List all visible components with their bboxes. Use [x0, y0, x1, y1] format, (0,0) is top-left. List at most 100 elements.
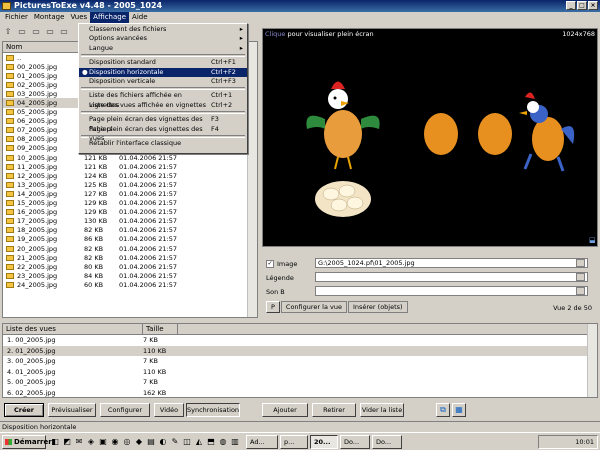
folder-up-icon[interactable]: ⇧ — [2, 26, 14, 37]
view-counter: Vue 2 de 50 — [553, 304, 592, 312]
browse-sound-button[interactable] — [576, 287, 585, 295]
quick-launch-icon[interactable]: ◈ — [86, 436, 96, 447]
affichage-menu-item[interactable]: Disposition standard Ctrl+F1 — [79, 58, 247, 67]
quick-launch-icon[interactable]: ◍ — [218, 436, 228, 447]
file-row[interactable]: 10_2005.jpg 121 KB 01.04.2006 21:57 — [3, 153, 257, 162]
file-list-scrollbar[interactable] — [247, 42, 257, 317]
taskbar-task-active[interactable]: 20... — [310, 435, 338, 449]
quick-launch-icon[interactable]: ✎ — [170, 436, 180, 447]
view-row[interactable]: 5. 00_2005.jpg 7 KB — [3, 377, 597, 388]
son-label: Son B — [266, 287, 285, 296]
column-header-views[interactable]: Liste des vues — [3, 324, 143, 334]
menu-montage[interactable]: Montage — [31, 12, 68, 23]
menu-separator — [81, 134, 245, 138]
view-row[interactable]: 3. 00_2005.jpg 7 KB — [3, 356, 597, 367]
file-row[interactable]: 24_2005.jpg 60 KB 01.04.2006 21:57 — [3, 280, 257, 289]
legende-field[interactable] — [315, 272, 588, 282]
taskbar-task[interactable]: Ad... — [246, 435, 278, 449]
quick-launch-icon[interactable]: ✉ — [74, 436, 84, 447]
maximize-button[interactable]: □ — [577, 1, 587, 10]
previsualiser-button[interactable]: Prévisualiser — [48, 403, 96, 417]
file-row[interactable]: 14_2005.jpg 127 KB 01.04.2006 21:57 — [3, 189, 257, 198]
affichage-menu-item[interactable]: Classement des fichiers ▸ — [79, 25, 247, 34]
taskbar-task[interactable]: Do... — [340, 435, 370, 449]
folder-icon — [6, 54, 14, 61]
file-row[interactable]: 21_2005.jpg 82 KB 01.04.2006 21:57 — [3, 253, 257, 262]
file-row[interactable]: 19_2005.jpg 86 KB 01.04.2006 21:57 — [3, 235, 257, 244]
retirer-button[interactable]: Retirer — [312, 403, 356, 417]
legende-edit-button[interactable] — [576, 273, 585, 281]
affichage-menu-item[interactable]: Page plein écran des vignettes des fichi… — [79, 115, 247, 132]
quick-launch-icon[interactable]: ◆ — [134, 436, 144, 447]
file-row[interactable]: 11_2005.jpg 121 KB 01.04.2006 21:57 — [3, 162, 257, 171]
folder-icon[interactable]: ▭ — [16, 26, 28, 37]
file-row[interactable]: 12_2005.jpg 124 KB 01.04.2006 21:57 — [3, 171, 257, 180]
quick-launch-icon[interactable]: ◫ — [182, 436, 192, 447]
copy-icon[interactable]: ⧉ — [436, 403, 450, 417]
column-header-taille[interactable]: Taille — [143, 324, 178, 334]
affichage-menu-item[interactable]: Langue ▸ — [79, 44, 247, 53]
quick-launch-icon[interactable]: ◐ — [158, 436, 168, 447]
taskbar-task[interactable]: Do... — [372, 435, 402, 449]
image-path-field[interactable]: G:\2005_1024.pf\01_2005.jpg — [315, 258, 588, 268]
creer-button[interactable]: Créer — [4, 403, 44, 417]
folder-icon — [6, 163, 14, 170]
column-header-name[interactable]: Nom — [3, 42, 83, 52]
view-row[interactable]: 6. 02_2005.jpg 162 KB — [3, 388, 597, 398]
view-row[interactable]: 1. 00_2005.jpg 7 KB — [3, 335, 597, 346]
tab-p[interactable]: P — [266, 301, 280, 313]
close-button[interactable]: × — [588, 1, 598, 10]
file-row[interactable]: 18_2005.jpg 82 KB 01.04.2006 21:57 — [3, 226, 257, 235]
folder-icon — [6, 72, 14, 79]
preview-panel[interactable]: Clique pour visualiser plein écran 1024x… — [262, 28, 598, 247]
tab-configurer-la-vue[interactable]: Configurer la vue — [280, 301, 347, 313]
quick-launch-icon[interactable]: ▣ — [98, 436, 108, 447]
file-row[interactable]: 23_2005.jpg 84 KB 01.04.2006 21:57 — [3, 271, 257, 280]
tab-inserer-objets[interactable]: Insérer (objets) — [347, 301, 408, 313]
folder-icon[interactable]: ▭ — [58, 26, 70, 37]
quick-launch-icon[interactable]: ◧ — [50, 436, 60, 447]
quick-launch-icon[interactable]: ▥ — [230, 436, 240, 447]
folder-icon[interactable]: ▭ — [30, 26, 42, 37]
affichage-menu-item[interactable]: Options avancées ▸ — [79, 34, 247, 43]
quick-launch-icon[interactable]: ◭ — [194, 436, 204, 447]
file-row[interactable]: 16_2005.jpg 129 KB 01.04.2006 21:57 — [3, 208, 257, 217]
view-row[interactable]: 2. 01_2005.jpg 110 KB — [3, 345, 597, 356]
son-field[interactable] — [315, 286, 588, 296]
file-row[interactable]: 13_2005.jpg 125 KB 01.04.2006 21:57 — [3, 180, 257, 189]
image-checkbox[interactable]: ✓ — [266, 259, 274, 268]
file-row[interactable]: 22_2005.jpg 80 KB 01.04.2006 21:57 — [3, 262, 257, 271]
quick-launch-icon[interactable]: ◎ — [122, 436, 132, 447]
file-row[interactable]: 15_2005.jpg 129 KB 01.04.2006 21:57 — [3, 199, 257, 208]
video-button[interactable]: Vidéo — [154, 403, 184, 417]
start-button[interactable]: Démarrer — [2, 435, 52, 449]
configurer-button[interactable]: Configurer — [100, 403, 150, 417]
clock[interactable]: 10:01 — [575, 438, 594, 446]
file-row[interactable]: 20_2005.jpg 82 KB 01.04.2006 21:57 — [3, 244, 257, 253]
menu-vues[interactable]: Vues — [67, 12, 90, 23]
quick-launch-icon[interactable]: ▤ — [146, 436, 156, 447]
affichage-menu-item[interactable]: Page plein écran des vignettes des vues F… — [79, 125, 247, 142]
affichage-menu-item[interactable]: Liste des vues affichée en vignettes Ctrl… — [79, 101, 247, 110]
minimize-button[interactable]: _ — [566, 1, 576, 10]
grid-icon[interactable]: ▦ — [452, 403, 466, 417]
menu-aide[interactable]: Aide — [129, 12, 150, 23]
quick-launch-icon[interactable]: ◉ — [110, 436, 120, 447]
browse-image-button[interactable] — [576, 259, 585, 267]
affichage-menu-item[interactable]: Rétablir l'interface classique — [79, 139, 247, 148]
file-row[interactable]: 17_2005.jpg 130 KB 01.04.2006 21:57 — [3, 217, 257, 226]
views-list-scrollbar[interactable] — [587, 324, 597, 397]
affichage-menu-item[interactable]: ● Disposition horizontale Ctrl+F2 — [79, 67, 247, 77]
quick-launch-icon[interactable]: ⬒ — [206, 436, 216, 447]
vider-la-liste-button[interactable]: Vider la liste — [360, 403, 404, 417]
ajouter-button[interactable]: Ajouter — [262, 403, 308, 417]
view-row[interactable]: 4. 01_2005.jpg 110 KB — [3, 367, 597, 378]
taskbar-task[interactable]: p... — [280, 435, 308, 449]
affichage-menu-item[interactable]: Liste des fichiers affichée en vignettes… — [79, 91, 247, 108]
menu-fichier[interactable]: Fichier — [2, 12, 31, 23]
folder-icon[interactable]: ▭ — [44, 26, 56, 37]
menu-affichage[interactable]: Affichage — [90, 12, 130, 23]
synchronisation-button[interactable]: Synchronisation — [186, 403, 240, 417]
quick-launch-icon[interactable]: ◩ — [62, 436, 72, 447]
affichage-menu-item[interactable]: Disposition verticale Ctrl+F3 — [79, 77, 247, 86]
